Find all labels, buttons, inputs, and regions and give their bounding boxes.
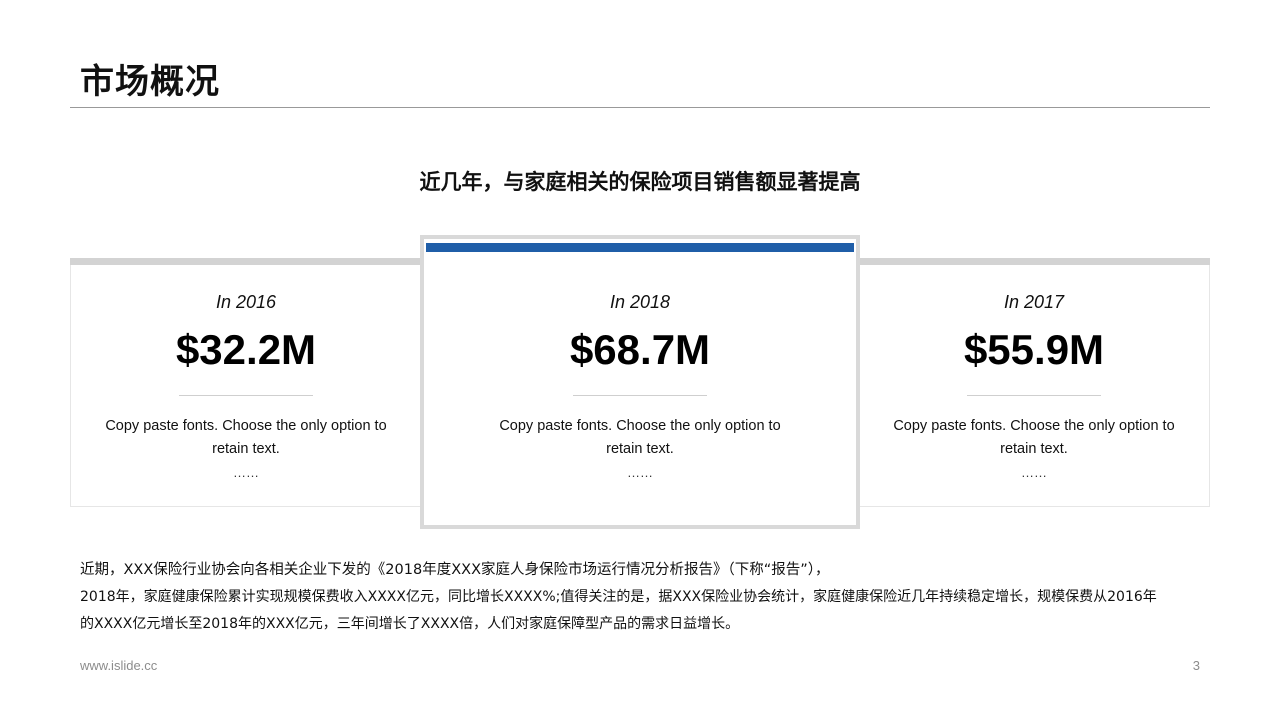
body-paragraph: 近期，XXX保险行业协会向各相关企业下发的《2018年度XXX家庭人身保险市场运… [80, 557, 1210, 638]
card-description-line: Copy paste fonts. Choose the only option… [105, 418, 387, 434]
card-description-line: retain text. [212, 441, 280, 457]
card-divider [573, 395, 707, 396]
card-year: In 2016 [215, 292, 277, 312]
card-description: Copy paste fonts. Choose the only option… [859, 415, 1209, 461]
card-divider [967, 395, 1101, 396]
card-divider [179, 395, 313, 396]
card-ellipsis: …… [1021, 465, 1047, 480]
card-year: In 2018 [609, 292, 671, 312]
card-2017: In 2017 $55.9M Copy paste fonts. Choose … [858, 258, 1210, 507]
card-year: In 2017 [1003, 292, 1065, 312]
slide-subtitle: 近几年，与家庭相关的保险项目销售额显著提高 [419, 170, 861, 194]
paragraph-line: 的XXXX亿元增长至2018年的XXX亿元，三年间增长了XXXX倍，人们对家庭保… [80, 616, 740, 632]
card-2018-highlighted: In 2018 $68.7M Copy paste fonts. Choose … [420, 235, 860, 529]
card-ellipsis: …… [233, 465, 259, 480]
card-description-line: retain text. [606, 441, 674, 457]
card-accent-bar [426, 243, 854, 252]
card-amount: $32.2M [175, 326, 317, 373]
card-description-line: retain text. [1000, 441, 1068, 457]
paragraph-line: 近期，XXX保险行业协会向各相关企业下发的《2018年度XXX家庭人身保险市场运… [80, 562, 830, 578]
card-description-line: Copy paste fonts. Choose the only option… [499, 418, 781, 434]
card-ellipsis: …… [627, 465, 653, 480]
card-top-bar [858, 258, 1210, 265]
page-number: 3 [1192, 658, 1200, 673]
card-2016: In 2016 $32.2M Copy paste fonts. Choose … [70, 258, 422, 507]
card-amount: $68.7M [569, 326, 711, 373]
card-description: Copy paste fonts. Choose the only option… [71, 415, 421, 461]
paragraph-line: 2018年，家庭健康保险累计实现规模保费收入XXXX亿元，同比增长XXXX%;值… [80, 589, 1157, 605]
card-description: Copy paste fonts. Choose the only option… [424, 415, 856, 461]
title-divider [70, 107, 1210, 108]
page-title: 市场概况 [80, 62, 220, 102]
card-description-line: Copy paste fonts. Choose the only option… [893, 418, 1175, 434]
card-amount: $55.9M [963, 326, 1105, 373]
footer-url: www.islide.cc [80, 658, 158, 673]
card-top-bar [70, 258, 422, 265]
